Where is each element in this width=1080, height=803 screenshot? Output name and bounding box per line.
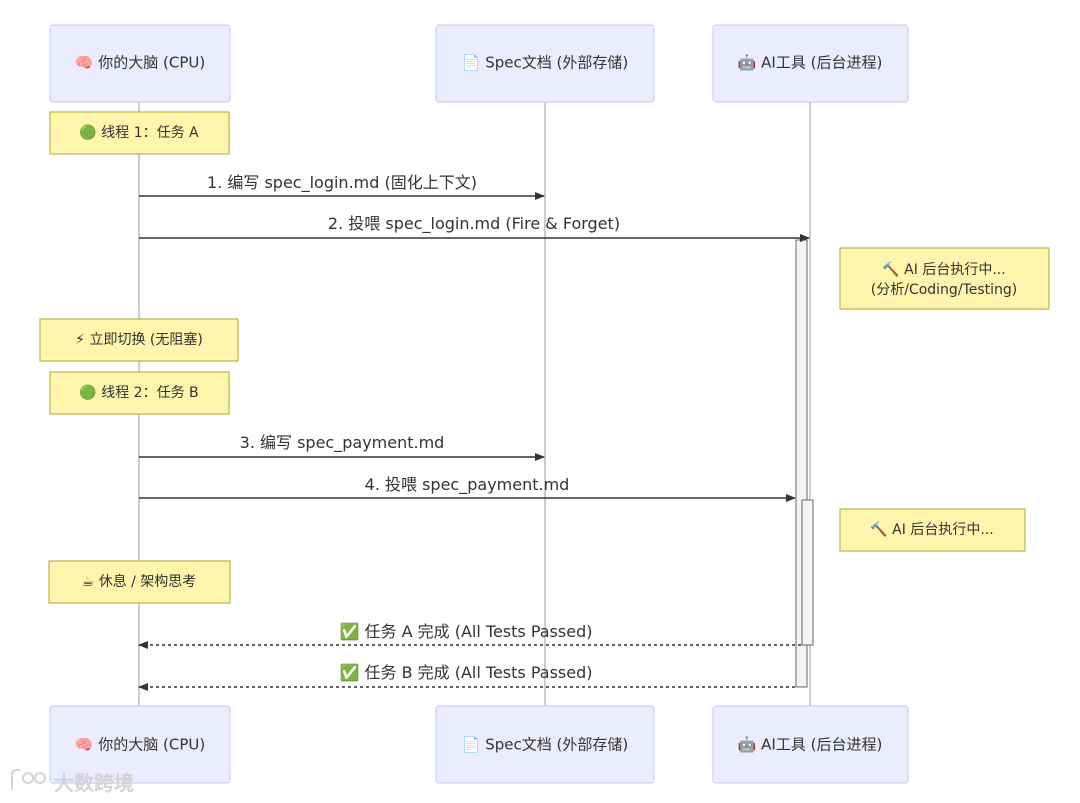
note-ai-running-1-line1: 🔨 AI 后台执行中...	[882, 261, 1005, 278]
participant-brain-label: 🧠 你的大脑 (CPU)	[75, 54, 205, 72]
participant-brain-top: 🧠 你的大脑 (CPU)	[49, 24, 231, 103]
note-thread-2-text: 🟢 线程 2：任务 B	[79, 384, 198, 401]
participant-spec-bottom: 📄 Spec文档 (外部存储)	[435, 705, 655, 784]
note-thread-2: 🟢 线程 2：任务 B	[49, 371, 230, 415]
watermark-text: 大数跨境	[54, 771, 134, 795]
return-message-2: ✅ 任务 B 完成 (All Tests Passed)	[138, 663, 795, 691]
note-thread-1: 🟢 线程 1：任务 A	[49, 111, 230, 155]
message-2-label: 2. 投喂 spec_login.md (Fire & Forget)	[328, 214, 620, 234]
participant-ai-bottom-label: 🤖 AI工具 (后台进程)	[738, 736, 883, 754]
participant-ai-bottom: 🤖 AI工具 (后台进程)	[712, 705, 909, 784]
participant-brain-bottom-label: 🧠 你的大脑 (CPU)	[75, 736, 205, 754]
return-message-2-label: ✅ 任务 B 完成 (All Tests Passed)	[340, 663, 593, 682]
message-1: 1. 编写 spec_login.md (固化上下文)	[139, 173, 545, 200]
note-thread-1-text: 🟢 线程 1：任务 A	[79, 124, 199, 141]
participant-spec-top: 📄 Spec文档 (外部存储)	[435, 24, 655, 103]
note-ai-running-1-line2: (分析/Coding/Testing)	[871, 282, 1017, 298]
activation-bar-task-b	[801, 499, 814, 646]
message-4: 4. 投喂 spec_payment.md	[139, 475, 796, 502]
note-ai-running-2-text: 🔨 AI 后台执行中...	[870, 521, 993, 538]
participant-spec-label: 📄 Spec文档 (外部存储)	[462, 54, 628, 72]
sequence-diagram: 🧠 你的大脑 (CPU) 📄 Spec文档 (外部存储) 🤖 AI工具 (后台进…	[11, 24, 1050, 795]
participant-ai-top: 🤖 AI工具 (后台进程)	[712, 24, 909, 103]
return-message-1-label: ✅ 任务 A 完成 (All Tests Passed)	[340, 622, 593, 641]
note-ai-running-1: 🔨 AI 后台执行中... (分析/Coding/Testing)	[839, 247, 1050, 310]
note-switch-text: ⚡ 立即切换 (无阻塞)	[75, 331, 203, 348]
message-3: 3. 编写 spec_payment.md	[139, 433, 545, 461]
note-ai-running-2: 🔨 AI 后台执行中...	[839, 508, 1026, 552]
return-message-1: ✅ 任务 A 完成 (All Tests Passed)	[138, 622, 801, 649]
participant-ai-label: 🤖 AI工具 (后台进程)	[738, 54, 883, 72]
note-rest: ☕ 休息 / 架构思考	[48, 560, 231, 604]
note-switch: ⚡ 立即切换 (无阻塞)	[39, 318, 239, 362]
watermark: 大数跨境	[11, 769, 134, 795]
message-2: 2. 投喂 spec_login.md (Fire & Forget)	[139, 214, 810, 242]
message-1-label: 1. 编写 spec_login.md (固化上下文)	[207, 173, 477, 193]
note-rest-text: ☕ 休息 / 架构思考	[82, 573, 197, 590]
watermark-logo-icon	[11, 769, 46, 790]
participant-spec-bottom-label: 📄 Spec文档 (外部存储)	[462, 736, 628, 754]
message-4-label: 4. 投喂 spec_payment.md	[365, 475, 570, 495]
message-3-label: 3. 编写 spec_payment.md	[240, 433, 445, 453]
